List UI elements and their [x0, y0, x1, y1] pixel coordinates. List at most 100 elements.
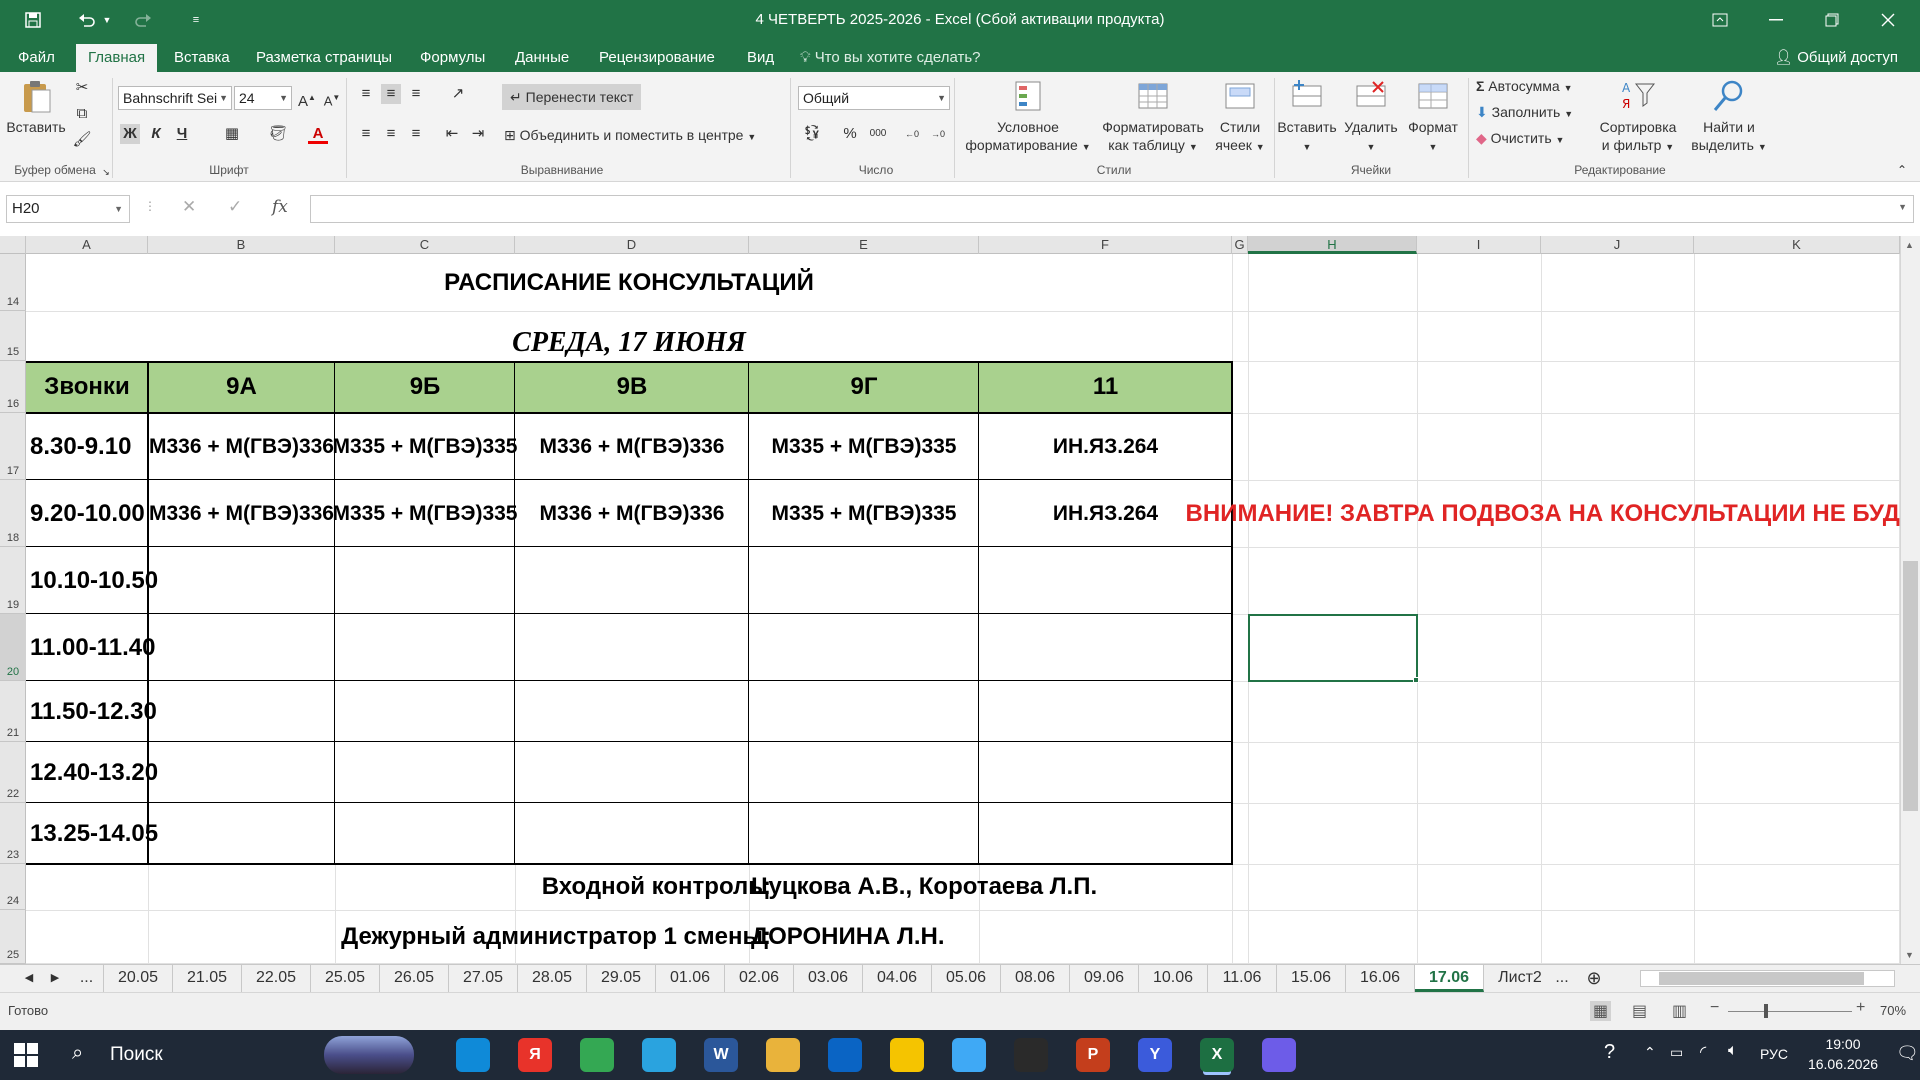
vertical-scrollbar[interactable]: ▲ ▼	[1900, 236, 1920, 964]
column-header-g[interactable]: G	[1232, 236, 1248, 254]
more-sheets-left[interactable]: ...	[70, 965, 104, 992]
column-header-d[interactable]: D	[515, 236, 749, 254]
sheet-tab[interactable]: 08.06	[1001, 965, 1070, 992]
sheet-tab[interactable]: 22.05	[242, 965, 311, 992]
help-icon[interactable]: ?	[1604, 1041, 1615, 1064]
row-header[interactable]: 22	[0, 742, 26, 803]
clock-time[interactable]: 19:00	[1808, 1036, 1878, 1052]
row-header[interactable]: 17	[0, 413, 26, 480]
fill-button[interactable]: ⬇︎ Заполнить ▼	[1476, 104, 1573, 121]
copy-icon[interactable]: ⧉	[72, 104, 92, 124]
hscroll-thumb[interactable]	[1659, 972, 1864, 985]
row-header[interactable]: 25	[0, 910, 26, 964]
sheet-tab[interactable]: 27.05	[449, 965, 518, 992]
decrease-font-icon[interactable]: A▼	[322, 88, 342, 108]
scroll-thumb[interactable]	[1903, 561, 1918, 811]
zoom-slider-thumb[interactable]	[1764, 1004, 1768, 1018]
align-middle-icon[interactable]: ≡	[381, 84, 401, 104]
zoom-out-icon[interactable]: −	[1710, 999, 1719, 1017]
currency-icon[interactable]: 💱︎	[802, 124, 822, 144]
edge-icon[interactable]	[456, 1038, 490, 1072]
save-icon[interactable]	[18, 6, 48, 34]
find-select-button[interactable]: Найти и выделить ▼	[1686, 78, 1772, 156]
outlook-icon[interactable]	[828, 1038, 862, 1072]
row-header[interactable]: 24	[0, 864, 26, 910]
align-center-icon[interactable]: ≡	[381, 124, 401, 144]
yandex-icon[interactable]: Я	[518, 1038, 552, 1072]
cancel-entry-icon[interactable]: ✕	[182, 197, 196, 217]
sheet-tab-active[interactable]: 17.06	[1415, 965, 1484, 992]
yandex-browser-icon[interactable]: Y	[1138, 1038, 1172, 1072]
row-header[interactable]: 21	[0, 681, 26, 742]
sheet-tab[interactable]: 20.05	[104, 965, 173, 992]
fill-color-icon[interactable]: 🪣︎	[268, 124, 288, 144]
column-header-k[interactable]: K	[1694, 236, 1900, 254]
number-format-dropdown[interactable]: Общий ▼	[798, 86, 950, 110]
column-header-j[interactable]: J	[1541, 236, 1694, 254]
sheet-tab[interactable]: 16.06	[1346, 965, 1415, 992]
taskbar-search[interactable]: ⌕ Поиск	[58, 1030, 418, 1080]
cell-styles-button[interactable]: Стили ячеек ▼	[1210, 78, 1270, 156]
share-button[interactable]: 👤︎ Общий доступ	[1774, 44, 1898, 72]
column-header-a[interactable]: A	[26, 236, 148, 254]
row-header[interactable]: 20	[0, 614, 26, 681]
language-indicator[interactable]: РУС	[1760, 1046, 1788, 1062]
redo-icon[interactable]	[128, 6, 158, 34]
increase-decimal-icon[interactable]: ←0	[902, 124, 922, 144]
sheet-tab[interactable]: 15.06	[1277, 965, 1346, 992]
folder-icon[interactable]	[766, 1038, 800, 1072]
format-as-table-button[interactable]: Форматировать как таблицу ▼	[1094, 78, 1212, 156]
sheet-tab[interactable]: 11.06	[1208, 965, 1277, 992]
add-sheet-icon[interactable]: ⊕	[1580, 965, 1608, 992]
sort-filter-button[interactable]: АЯ Сортировка и фильтр ▼	[1590, 78, 1686, 156]
undo-icon[interactable]	[72, 6, 102, 34]
windows-start-icon[interactable]	[14, 1043, 38, 1070]
column-header-c[interactable]: C	[335, 236, 515, 254]
align-right-icon[interactable]: ≡	[406, 124, 426, 144]
restore-icon[interactable]	[1804, 0, 1860, 40]
sheet-tab[interactable]: 03.06	[794, 965, 863, 992]
clear-button[interactable]: ◆ Очистить ▼	[1476, 130, 1564, 147]
more-sheets-right[interactable]: ...	[1552, 965, 1572, 992]
normal-view-icon[interactable]: ▦	[1590, 1001, 1612, 1021]
percent-icon[interactable]: %	[840, 124, 860, 144]
underline-button[interactable]: Ч	[172, 124, 192, 144]
decrease-decimal-icon[interactable]: →0	[928, 124, 948, 144]
sheet-tab[interactable]: 26.05	[380, 965, 449, 992]
minimize-icon[interactable]	[1748, 0, 1804, 40]
format-cells-button[interactable]: Формат ▼	[1402, 78, 1464, 156]
word-icon[interactable]: W	[704, 1038, 738, 1072]
cut-icon[interactable]: ✂	[72, 78, 92, 98]
customize-toolbar-icon[interactable]: ≡	[186, 6, 206, 34]
scroll-down-icon[interactable]: ▼	[1905, 950, 1914, 960]
tell-me-search[interactable]: 💡︎ Что вы хотите сделать?	[800, 44, 981, 72]
close-icon[interactable]	[1860, 0, 1916, 40]
column-header-h[interactable]: H	[1248, 236, 1417, 254]
wifi-icon[interactable]: ◜	[1700, 1042, 1706, 1062]
autosum-button[interactable]: Σ Автосумма ▼	[1476, 78, 1573, 94]
bolt-icon[interactable]	[1014, 1038, 1048, 1072]
tab-formulas[interactable]: Формулы	[408, 44, 497, 72]
column-header-b[interactable]: B	[148, 236, 335, 254]
name-box[interactable]: H20 ▼	[6, 195, 130, 223]
wrap-text-button[interactable]: ↵ Перенести текст	[502, 84, 642, 110]
decrease-indent-icon[interactable]: ⇤	[442, 124, 462, 144]
column-header-f[interactable]: F	[979, 236, 1232, 254]
font-color-icon[interactable]: A	[308, 124, 328, 144]
insert-function-icon[interactable]: fx	[272, 197, 288, 217]
dialog-launcher-icon[interactable]: ↘	[100, 162, 112, 182]
undo-dropdown-icon[interactable]: ▼	[100, 6, 114, 34]
sheet-tab[interactable]: 05.06	[932, 965, 1001, 992]
sheet-tab[interactable]: 04.06	[863, 965, 932, 992]
fill-handle[interactable]	[1413, 677, 1419, 683]
increase-font-icon[interactable]: A▲	[297, 88, 317, 110]
scroll-up-icon[interactable]: ▲	[1905, 240, 1914, 250]
next-sheet-icon[interactable]: ▶	[44, 965, 66, 992]
horizontal-scrollbar[interactable]	[1640, 970, 1895, 987]
tab-home[interactable]: Главная	[76, 44, 158, 72]
sheet-tab[interactable]: 09.06	[1070, 965, 1139, 992]
battery-icon[interactable]: ▭	[1670, 1044, 1683, 1061]
chat-icon[interactable]	[1262, 1038, 1296, 1072]
italic-button[interactable]: К	[146, 124, 166, 144]
powerpoint-icon[interactable]: P	[1076, 1038, 1110, 1072]
